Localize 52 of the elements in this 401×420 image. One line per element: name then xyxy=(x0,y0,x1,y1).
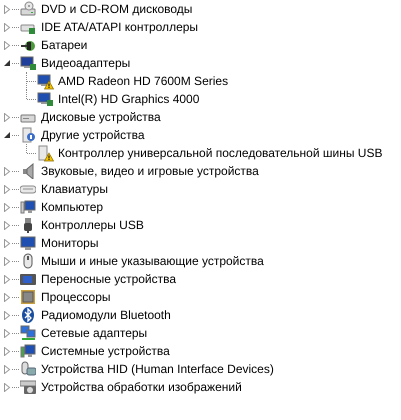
collapsed-arrow-icon[interactable] xyxy=(3,274,11,284)
tree-item-label[interactable]: DVD и CD-ROM дисководы xyxy=(41,0,192,18)
tree-item-label[interactable]: Контроллеры USB xyxy=(41,216,144,234)
computer-icon xyxy=(20,343,36,359)
scanner-camera-icon xyxy=(20,379,36,395)
tree-item-label[interactable]: Дисковые устройства xyxy=(41,108,161,126)
tree-item-label[interactable]: Мыши и иные указывающие устройства xyxy=(41,252,264,270)
collapsed-arrow-icon[interactable] xyxy=(3,310,11,320)
collapsed-arrow-icon[interactable] xyxy=(3,112,11,122)
expanded-arrow-icon[interactable] xyxy=(3,131,11,139)
monitor-icon xyxy=(20,235,36,251)
tree-item-label[interactable]: Intel(R) HD Graphics 4000 xyxy=(58,90,200,108)
network-icon xyxy=(20,325,36,341)
collapsed-arrow-icon[interactable] xyxy=(3,238,11,248)
tree-item-label[interactable]: Процессоры xyxy=(41,288,110,306)
collapsed-arrow-icon[interactable] xyxy=(3,364,11,374)
collapsed-arrow-icon[interactable] xyxy=(3,328,11,338)
tree-item-label[interactable]: Звуковые, видео и игровые устройства xyxy=(41,162,259,180)
collapsed-arrow-icon[interactable] xyxy=(3,22,11,32)
monitor-icon xyxy=(20,55,36,71)
collapsed-arrow-icon[interactable] xyxy=(3,166,11,176)
computer-icon xyxy=(20,199,36,215)
tree-item-label[interactable]: AMD Radeon HD 7600M Series xyxy=(58,72,228,90)
tree-item-label[interactable]: Сетевые адаптеры xyxy=(41,324,148,342)
tree-item-label[interactable]: Устройства обработки изображений xyxy=(41,378,242,396)
tree-item-label[interactable]: Другие устройства xyxy=(41,126,145,144)
bluetooth-icon xyxy=(20,307,36,323)
collapsed-arrow-icon[interactable] xyxy=(3,382,11,392)
tree-item-label[interactable]: Радиомодули Bluetooth xyxy=(41,306,171,324)
collapsed-arrow-icon[interactable] xyxy=(3,4,11,14)
collapsed-arrow-icon[interactable] xyxy=(3,202,11,212)
tree-item-label[interactable]: Переносные устройства xyxy=(41,270,176,288)
tree-item-label[interactable]: Системные устройства xyxy=(41,342,170,360)
collapsed-arrow-icon[interactable] xyxy=(3,40,11,50)
tree-item-label[interactable]: Компьютер xyxy=(41,198,104,216)
portable-device-icon xyxy=(20,271,36,287)
processor-chip-icon xyxy=(20,289,36,305)
tree-item-label[interactable]: IDE ATA/ATAPI контроллеры xyxy=(41,18,198,36)
collapsed-arrow-icon[interactable] xyxy=(3,184,11,194)
input-devices-icon xyxy=(20,361,36,377)
collapsed-arrow-icon[interactable] xyxy=(3,220,11,230)
tree-item-label[interactable]: Мониторы xyxy=(41,234,98,252)
collapsed-arrow-icon[interactable] xyxy=(3,292,11,302)
tree-item-label[interactable]: Видеоадаптеры xyxy=(41,54,130,72)
collapsed-arrow-icon[interactable] xyxy=(3,256,11,266)
expanded-arrow-icon[interactable] xyxy=(3,59,11,67)
tree-item-label[interactable]: Контроллер универсальной последовательной шины USB xyxy=(58,144,382,162)
tree-item-label[interactable]: Батареи xyxy=(41,36,88,54)
speaker-icon xyxy=(20,163,36,179)
collapsed-arrow-icon[interactable] xyxy=(3,346,11,356)
tree-item-label[interactable]: Клавиатуры xyxy=(41,180,108,198)
tree-item-label[interactable]: Устройства HID (Human Interface Devices) xyxy=(41,360,274,378)
